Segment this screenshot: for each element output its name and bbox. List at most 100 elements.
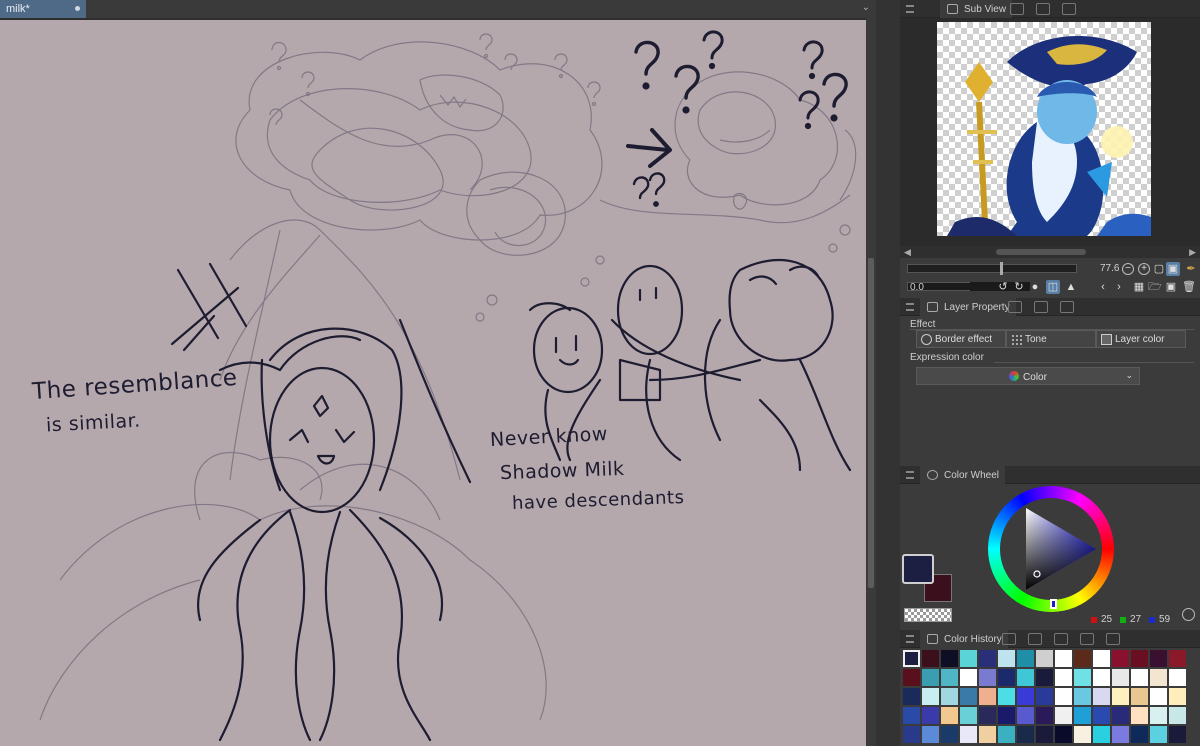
history-swatch[interactable] bbox=[979, 726, 996, 743]
panel-menu-icon[interactable] bbox=[906, 635, 914, 643]
history-swatch[interactable] bbox=[1150, 669, 1167, 686]
history-swatch[interactable] bbox=[979, 707, 996, 724]
drawing-canvas[interactable]: The resemblance is similar. Never know S… bbox=[0, 20, 866, 746]
history-swatch[interactable] bbox=[1093, 688, 1110, 705]
search-tab-icon[interactable] bbox=[1034, 301, 1048, 313]
history-swatch[interactable] bbox=[1074, 650, 1091, 667]
history-swatch[interactable] bbox=[922, 669, 939, 686]
history-swatch[interactable] bbox=[960, 650, 977, 667]
rotate-left-icon[interactable]: ↺ bbox=[996, 280, 1010, 294]
history-swatch[interactable] bbox=[998, 707, 1015, 724]
history-swatch[interactable] bbox=[1074, 726, 1091, 743]
history-swatch[interactable] bbox=[1017, 650, 1034, 667]
history-swatch[interactable] bbox=[941, 650, 958, 667]
subview-horizontal-scrollbar[interactable]: ◀ ▶ bbox=[900, 246, 1200, 258]
history-swatch[interactable] bbox=[979, 650, 996, 667]
canvas-vertical-scrollbar[interactable] bbox=[866, 18, 876, 746]
history-swatch[interactable] bbox=[941, 707, 958, 724]
scroll-left-icon[interactable]: ◀ bbox=[904, 247, 911, 258]
tab-list-chevron-icon[interactable]: ⌄ bbox=[862, 2, 870, 13]
history-swatch[interactable] bbox=[922, 726, 939, 743]
history-swatch[interactable] bbox=[1055, 669, 1072, 686]
tone-button[interactable]: Tone bbox=[1006, 330, 1096, 348]
history-swatch[interactable] bbox=[922, 707, 939, 724]
history-swatch[interactable] bbox=[1017, 688, 1034, 705]
navigator-tab-icon[interactable] bbox=[1010, 3, 1024, 15]
history-swatch[interactable] bbox=[1150, 688, 1167, 705]
history-swatch[interactable] bbox=[998, 669, 1015, 686]
color-settings-icon[interactable] bbox=[1182, 608, 1195, 621]
history-swatch[interactable] bbox=[1093, 650, 1110, 667]
history-swatch[interactable] bbox=[1093, 669, 1110, 686]
previous-image-icon[interactable]: ‹ bbox=[1096, 280, 1110, 294]
history-swatch[interactable] bbox=[1131, 669, 1148, 686]
history-swatch[interactable] bbox=[941, 669, 958, 686]
delete-icon[interactable]: 🗑 bbox=[1182, 280, 1196, 294]
history-swatch[interactable] bbox=[1150, 726, 1167, 743]
history-swatch[interactable] bbox=[1112, 726, 1129, 743]
history-swatch[interactable] bbox=[1169, 707, 1186, 724]
history-swatch[interactable] bbox=[1112, 650, 1129, 667]
border-effect-button[interactable]: Border effect bbox=[916, 330, 1006, 348]
hue-ring[interactable] bbox=[988, 486, 1114, 612]
link-canvas-icon[interactable]: ▣ bbox=[1166, 262, 1180, 276]
tab-sub-view[interactable]: Sub View bbox=[940, 0, 1013, 18]
scroll-right-icon[interactable]: ▶ bbox=[1189, 247, 1196, 258]
history-swatch[interactable] bbox=[1055, 688, 1072, 705]
layer-search-tab-icon[interactable] bbox=[1008, 301, 1022, 313]
history-swatch[interactable] bbox=[1112, 707, 1129, 724]
history-swatch[interactable] bbox=[1055, 650, 1072, 667]
info-tab-icon[interactable] bbox=[1036, 3, 1050, 15]
reset-rotation-icon[interactable]: ● bbox=[1028, 280, 1042, 294]
flip-horizontal-icon[interactable]: ◫ bbox=[1046, 280, 1060, 294]
panel-menu-icon[interactable] bbox=[906, 471, 914, 479]
scrollbar-thumb[interactable] bbox=[996, 249, 1086, 255]
history-swatch[interactable] bbox=[1055, 707, 1072, 724]
main-color-swatch[interactable] bbox=[902, 554, 934, 584]
color-mixing-tab-icon[interactable] bbox=[1106, 633, 1120, 645]
history-swatch[interactable] bbox=[960, 726, 977, 743]
history-swatch[interactable] bbox=[1169, 688, 1186, 705]
history-swatch[interactable] bbox=[1131, 726, 1148, 743]
animation-tab-icon[interactable] bbox=[1060, 301, 1074, 313]
history-swatch[interactable] bbox=[1074, 707, 1091, 724]
transparent-color-swatch[interactable] bbox=[904, 608, 952, 622]
history-swatch[interactable] bbox=[1131, 650, 1148, 667]
history-swatch[interactable] bbox=[979, 669, 996, 686]
saturation-triangle[interactable] bbox=[1000, 498, 1102, 600]
history-swatch[interactable] bbox=[1036, 707, 1053, 724]
scrollbar-thumb[interactable] bbox=[868, 258, 874, 588]
subview-canvas[interactable] bbox=[900, 18, 1200, 246]
history-swatch[interactable] bbox=[903, 669, 920, 686]
tab-color-wheel[interactable]: Color Wheel bbox=[920, 466, 1006, 484]
intermediate-color-tab-icon[interactable] bbox=[1028, 633, 1042, 645]
eyedropper-icon[interactable]: ✒ bbox=[1184, 262, 1198, 276]
history-swatch[interactable] bbox=[922, 688, 939, 705]
history-swatch[interactable] bbox=[960, 707, 977, 724]
history-swatch[interactable] bbox=[1093, 707, 1110, 724]
history-swatch[interactable] bbox=[922, 650, 939, 667]
zoom-slider-handle[interactable] bbox=[1000, 262, 1003, 275]
thumbnails-icon[interactable]: ▦ bbox=[1132, 280, 1146, 294]
history-swatch[interactable] bbox=[1017, 669, 1034, 686]
panel-menu-icon[interactable] bbox=[906, 303, 914, 311]
item-bank-tab-icon[interactable] bbox=[1062, 3, 1076, 15]
history-swatch[interactable] bbox=[1169, 669, 1186, 686]
next-image-icon[interactable]: › bbox=[1112, 280, 1126, 294]
history-swatch[interactable] bbox=[960, 669, 977, 686]
image-icon[interactable]: ▣ bbox=[1164, 280, 1178, 294]
expression-color-select[interactable]: Color ⌄ bbox=[916, 367, 1140, 385]
history-swatch[interactable] bbox=[1074, 669, 1091, 686]
history-swatch[interactable] bbox=[998, 650, 1015, 667]
flip-vertical-icon[interactable]: ▲ bbox=[1064, 280, 1078, 294]
history-swatch[interactable] bbox=[1036, 726, 1053, 743]
zoom-out-icon[interactable]: − bbox=[1122, 263, 1134, 275]
history-swatch[interactable] bbox=[1169, 726, 1186, 743]
history-swatch[interactable] bbox=[903, 688, 920, 705]
history-swatch[interactable] bbox=[1074, 688, 1091, 705]
history-swatch[interactable] bbox=[979, 688, 996, 705]
history-swatch[interactable] bbox=[1017, 726, 1034, 743]
import-icon[interactable]: 🗁 bbox=[1148, 280, 1162, 294]
history-swatch[interactable] bbox=[903, 707, 920, 724]
color-set-tab-icon[interactable] bbox=[1002, 633, 1016, 645]
